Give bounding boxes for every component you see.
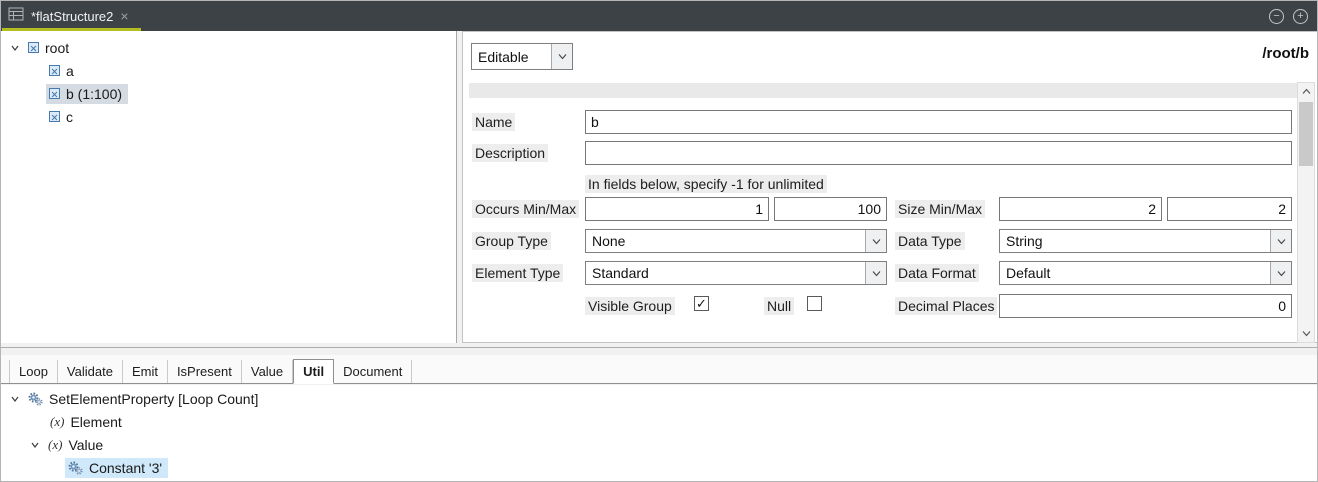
visible-group-checkbox[interactable]: ✓ bbox=[694, 296, 709, 311]
util-node-label: SetElementProperty [Loop Count] bbox=[49, 391, 258, 407]
structure-tree-panel: root a b (1:100) c bbox=[1, 31, 457, 343]
tree-node[interactable]: a bbox=[46, 61, 80, 81]
description-input[interactable] bbox=[585, 141, 1292, 165]
editor-tab-title: *flatStructure2 bbox=[31, 9, 113, 24]
chevron-down-icon[interactable] bbox=[29, 440, 41, 450]
null-label: Null bbox=[764, 297, 794, 315]
visible-group-label: Visible Group bbox=[585, 297, 675, 315]
application-window: *flatStructure2 × − + root a b (1:100) bbox=[0, 0, 1318, 482]
tab-util[interactable]: Util bbox=[293, 359, 334, 384]
checkmark-icon: ✓ bbox=[696, 297, 707, 310]
tab-document[interactable]: Document bbox=[334, 360, 412, 383]
tree-node[interactable]: c bbox=[46, 107, 79, 127]
element-type-label: Element Type bbox=[472, 264, 563, 282]
description-label: Description bbox=[472, 144, 548, 162]
tab-emit[interactable]: Emit bbox=[123, 360, 168, 383]
util-node[interactable]: (x) Value bbox=[45, 435, 109, 455]
tree-node[interactable]: root bbox=[25, 38, 75, 58]
form-header-band bbox=[469, 83, 1297, 98]
occurs-min-input[interactable] bbox=[585, 197, 769, 221]
size-max-input[interactable] bbox=[1167, 197, 1292, 221]
tree-row-root[interactable]: root bbox=[1, 36, 456, 59]
horizontal-splitter[interactable] bbox=[1, 347, 1317, 348]
scroll-up-icon[interactable] bbox=[1298, 83, 1314, 100]
name-input[interactable] bbox=[585, 110, 1292, 134]
scrollbar-thumb[interactable] bbox=[1299, 102, 1313, 166]
data-format-dropdown[interactable]: Default bbox=[999, 261, 1292, 285]
editor-tab[interactable]: *flatStructure2 × bbox=[1, 1, 143, 31]
tree-node-label: a bbox=[66, 63, 74, 79]
chevron-down-icon[interactable] bbox=[865, 230, 886, 252]
chevron-down-icon[interactable] bbox=[865, 262, 886, 284]
util-node-label: Element bbox=[70, 414, 121, 430]
util-row-constant[interactable]: Constant '3' bbox=[1, 456, 1317, 479]
element-icon bbox=[49, 111, 60, 122]
data-type-value: String bbox=[1000, 230, 1270, 252]
util-node-selected[interactable]: Constant '3' bbox=[65, 458, 168, 478]
tree-row-a[interactable]: a bbox=[1, 59, 456, 82]
maximize-icon[interactable]: + bbox=[1293, 9, 1308, 24]
tree-node-label: root bbox=[45, 40, 69, 56]
scroll-down-icon[interactable] bbox=[1298, 325, 1314, 342]
chevron-down-icon[interactable] bbox=[9, 43, 21, 53]
properties-panel: Editable /root/b Name Description In fie… bbox=[462, 31, 1318, 343]
element-icon bbox=[49, 65, 60, 76]
tab-ispresent[interactable]: IsPresent bbox=[168, 360, 242, 383]
data-format-label: Data Format bbox=[895, 264, 979, 282]
gears-icon bbox=[68, 461, 83, 475]
editable-dropdown-value: Editable bbox=[472, 44, 551, 69]
tab-loop[interactable]: Loop bbox=[9, 360, 58, 383]
chevron-down-icon[interactable] bbox=[551, 44, 572, 69]
occurs-max-input[interactable] bbox=[774, 197, 887, 221]
name-label: Name bbox=[472, 113, 515, 131]
bottom-tabstrip: Loop Validate Emit IsPresent Value Util … bbox=[1, 355, 1317, 384]
group-type-dropdown[interactable]: None bbox=[585, 229, 887, 253]
tree-node-label: c bbox=[66, 109, 73, 125]
tab-value[interactable]: Value bbox=[242, 360, 293, 383]
close-tab-icon[interactable]: × bbox=[120, 8, 128, 24]
element-icon bbox=[49, 88, 60, 99]
tree-row-b[interactable]: b (1:100) bbox=[1, 82, 456, 105]
variable-icon: (x) bbox=[50, 414, 64, 430]
util-row-value[interactable]: (x) Value bbox=[1, 433, 1317, 456]
element-type-dropdown[interactable]: Standard bbox=[585, 261, 887, 285]
data-format-value: Default bbox=[1000, 262, 1270, 284]
gears-icon bbox=[28, 392, 43, 406]
element-type-value: Standard bbox=[586, 262, 865, 284]
occurs-minmax-label: Occurs Min/Max bbox=[472, 200, 579, 218]
util-row-setelementproperty[interactable]: SetElementProperty [Loop Count] bbox=[1, 387, 1317, 410]
util-node-label: Value bbox=[68, 437, 103, 453]
util-row-element[interactable]: (x) Element bbox=[1, 410, 1317, 433]
util-node[interactable]: SetElementProperty [Loop Count] bbox=[25, 389, 264, 409]
tree-node-label: b (1:100) bbox=[66, 86, 122, 102]
unlimited-hint-text: In fields below, specify -1 for unlimite… bbox=[585, 175, 827, 193]
group-type-label: Group Type bbox=[472, 232, 551, 250]
variable-icon: (x) bbox=[48, 437, 62, 453]
size-minmax-label: Size Min/Max bbox=[895, 200, 985, 218]
null-checkbox[interactable]: ✓ bbox=[807, 296, 822, 311]
chevron-down-icon[interactable] bbox=[1270, 262, 1291, 284]
minimize-icon[interactable]: − bbox=[1269, 9, 1284, 24]
util-node-label: Constant '3' bbox=[89, 460, 162, 476]
chevron-down-icon[interactable] bbox=[9, 394, 21, 404]
data-type-dropdown[interactable]: String bbox=[999, 229, 1292, 253]
editable-dropdown[interactable]: Editable bbox=[471, 43, 573, 70]
tree-row-c[interactable]: c bbox=[1, 105, 456, 128]
group-type-value: None bbox=[586, 230, 865, 252]
tab-validate[interactable]: Validate bbox=[58, 360, 123, 383]
element-path-label: /root/b bbox=[1262, 45, 1309, 62]
decimal-places-input[interactable] bbox=[999, 294, 1292, 318]
data-type-label: Data Type bbox=[895, 232, 965, 250]
structure-editor-icon bbox=[8, 7, 24, 26]
chevron-down-icon[interactable] bbox=[1270, 230, 1291, 252]
tree-node-selected[interactable]: b (1:100) bbox=[46, 84, 128, 104]
size-min-input[interactable] bbox=[999, 197, 1162, 221]
vertical-scrollbar[interactable] bbox=[1297, 82, 1315, 343]
util-node[interactable]: (x) Element bbox=[47, 412, 128, 432]
util-tree-panel: SetElementProperty [Loop Count] (x) Elem… bbox=[1, 385, 1317, 481]
titlebar: *flatStructure2 × − + bbox=[1, 1, 1317, 31]
decimal-places-label: Decimal Places bbox=[895, 297, 997, 315]
element-icon bbox=[28, 42, 39, 53]
